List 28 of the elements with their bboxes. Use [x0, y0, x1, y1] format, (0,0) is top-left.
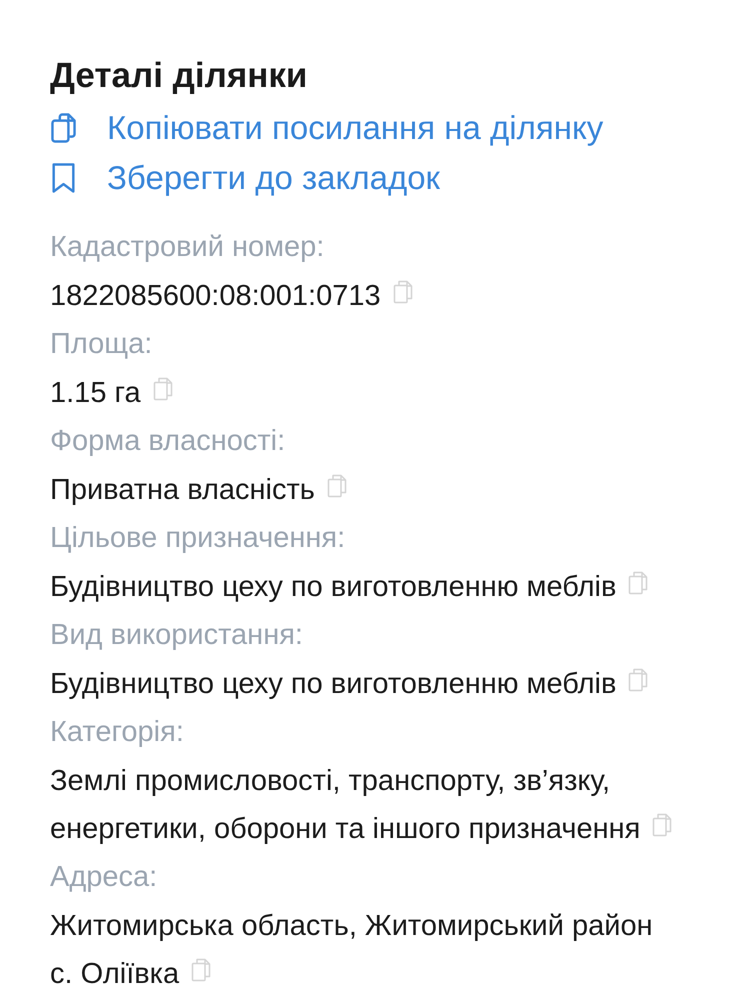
- copy-icon[interactable]: [326, 474, 347, 498]
- field-label: Кадастровий номер:: [50, 230, 324, 265]
- field-label: Вид використання:: [50, 618, 303, 653]
- field-label: Цільове призначення:: [50, 521, 346, 556]
- field-value: Житомирська область, Житомирський район: [50, 909, 653, 943]
- field-label: Площа:: [50, 327, 152, 362]
- bookmark-icon: [50, 162, 77, 194]
- copy-icon[interactable]: [152, 377, 173, 401]
- copy-icon[interactable]: [652, 813, 672, 837]
- copy-icon[interactable]: [628, 571, 648, 595]
- copy-icon[interactable]: [191, 958, 212, 982]
- action-link[interactable]: Копіювати посилання на ділянку: [50, 103, 604, 153]
- field-value: Землі промисловості, транспорту, зв’язку,: [50, 764, 610, 798]
- field-value: 1822085600:08:001:0713: [50, 279, 381, 313]
- field-value: 1.15 га: [50, 376, 141, 410]
- field-value: с. Оліївка: [50, 957, 180, 991]
- field-value: Будівництво цеху по виготовленню меблів: [50, 667, 616, 701]
- section-title: Деталі ділянки: [50, 56, 308, 96]
- action-link[interactable]: Зберегти до закладок: [50, 153, 440, 203]
- field-value: енергетики, оборони та іншого призначення: [50, 812, 640, 846]
- field-label: Адреса:: [50, 860, 158, 895]
- copy-icon[interactable]: [392, 280, 413, 304]
- copy-icon[interactable]: [628, 668, 648, 692]
- field-value: Будівництво цеху по виготовленню меблів: [50, 570, 616, 604]
- field-value: Приватна власність: [50, 473, 315, 507]
- field-label: Форма власності:: [50, 424, 286, 459]
- field-label: Категорія:: [50, 715, 184, 750]
- copy-icon: [50, 112, 77, 144]
